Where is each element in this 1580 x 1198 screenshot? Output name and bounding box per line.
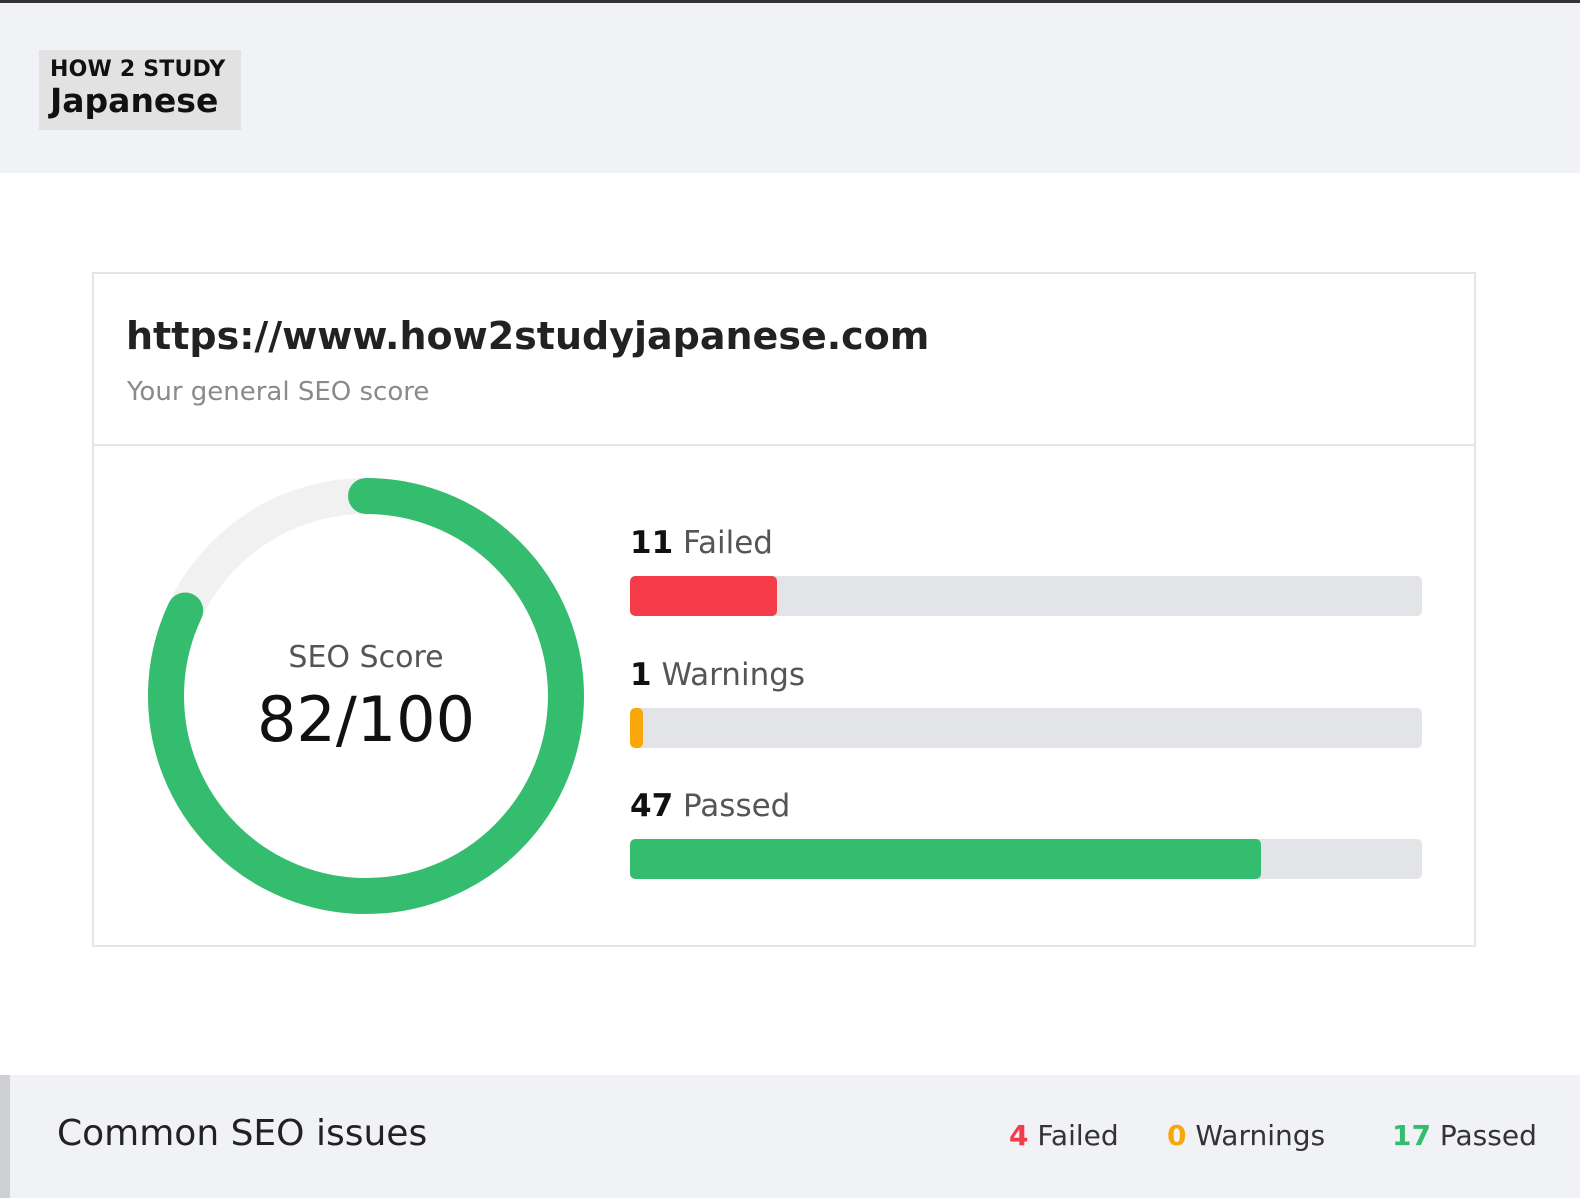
stat-passed-text: Passed xyxy=(683,788,791,824)
section-title: Common SEO issues xyxy=(57,1113,428,1154)
stat-warnings-count: 1 xyxy=(630,657,652,693)
site-header: HOW 2 STUDY Japanese xyxy=(0,3,1580,173)
stat-passed-bar xyxy=(630,839,1262,879)
stat-passed-count: 47 xyxy=(630,788,674,824)
seo-score-card: https://www.how2studyjapanese.com Your g… xyxy=(92,272,1476,947)
gauge-score-value: 82/100 xyxy=(256,683,476,756)
site-url: https://www.how2studyjapanese.com xyxy=(126,314,930,358)
seo-score-gauge: SEO Score 82/100 xyxy=(146,476,586,916)
card-subtitle: Your general SEO score xyxy=(127,377,430,407)
logo-line-2: Japanese xyxy=(50,81,219,120)
stat-failed-count: 11 xyxy=(630,525,674,561)
stat-warnings-text: Warnings xyxy=(661,657,806,693)
common-seo-issues-header[interactable]: Common SEO issues 4 Failed 0 Warnings 17… xyxy=(0,1075,1580,1198)
section-failed-summary: 4 Failed xyxy=(1009,1117,1119,1155)
section-warnings-count: 0 xyxy=(1167,1119,1187,1152)
stat-warnings: 1 Warnings xyxy=(630,654,1422,754)
section-passed-summary: 17 Passed xyxy=(1392,1117,1537,1155)
site-logo[interactable]: HOW 2 STUDY Japanese xyxy=(39,50,241,130)
section-warnings-summary: 0 Warnings xyxy=(1167,1117,1325,1155)
stat-failed: 11 Failed xyxy=(630,522,1422,622)
stat-failed-label: 11 Failed xyxy=(630,522,773,564)
stat-passed-track xyxy=(630,839,1422,879)
logo-line-1: HOW 2 STUDY xyxy=(50,57,226,82)
stat-failed-bar xyxy=(630,576,778,616)
stat-warnings-bar xyxy=(630,708,644,748)
card-header: https://www.how2studyjapanese.com Your g… xyxy=(94,274,1474,446)
section-warnings-label: Warnings xyxy=(1195,1119,1326,1152)
section-failed-label: Failed xyxy=(1037,1119,1119,1152)
stat-passed: 47 Passed xyxy=(630,785,1422,885)
stat-passed-label: 47 Passed xyxy=(630,785,790,827)
gauge-label: SEO Score xyxy=(288,640,444,675)
stat-failed-text: Failed xyxy=(683,525,773,561)
stat-warnings-track xyxy=(630,708,1422,748)
section-failed-count: 4 xyxy=(1009,1119,1029,1152)
section-passed-label: Passed xyxy=(1439,1119,1537,1152)
stat-warnings-label: 1 Warnings xyxy=(630,654,805,696)
section-accent xyxy=(0,1075,10,1198)
stat-failed-track xyxy=(630,576,1422,616)
section-passed-count: 17 xyxy=(1392,1119,1431,1152)
